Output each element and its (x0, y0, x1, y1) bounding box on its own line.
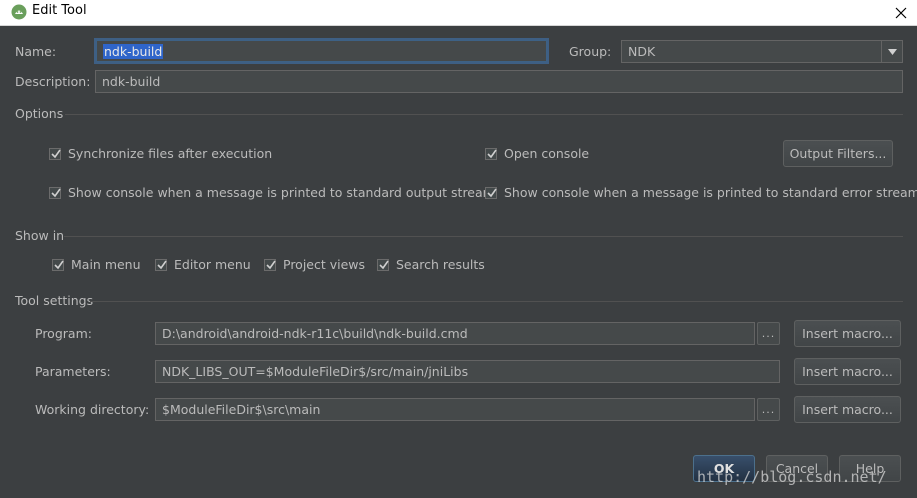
main-menu-label: Main menu (71, 257, 141, 272)
working-directory-browse-button[interactable]: ... (757, 398, 780, 421)
working-directory-value: $ModuleFileDir$\src\main (162, 402, 321, 417)
group-combobox[interactable]: NDK (621, 40, 903, 63)
name-value: ndk-build (103, 43, 164, 59)
checkmark-icon (485, 186, 497, 199)
program-browse-button[interactable]: ... (757, 322, 780, 345)
name-label: Name: (15, 44, 57, 59)
checkmark-icon (49, 147, 61, 160)
sync-files-label: Synchronize files after execution (68, 146, 273, 161)
group-label: Group: (569, 44, 612, 59)
search-results-label: Search results (396, 257, 485, 272)
open-console-label: Open console (504, 146, 590, 161)
checkmark-icon (485, 147, 497, 160)
program-insert-macro-button[interactable]: Insert macro... (794, 320, 901, 347)
checkmark-icon (377, 258, 389, 271)
name-input[interactable]: ndk-build (96, 40, 547, 62)
sync-files-checkbox[interactable]: Synchronize files after execution (49, 146, 272, 161)
working-directory-label: Working directory: (35, 402, 150, 417)
title-bar (0, 0, 917, 26)
parameters-input[interactable]: NDK_LIBS_OUT=$ModuleFileDir$/src/main/jn… (155, 360, 780, 383)
working-directory-input[interactable]: $ModuleFileDir$\src\main (155, 398, 755, 421)
checkmark-icon (155, 258, 167, 271)
show-console-stderr-label: Show console when a message is printed t… (504, 185, 917, 200)
editor-menu-checkbox[interactable]: Editor menu (155, 257, 251, 272)
program-label: Program: (35, 326, 92, 341)
options-title: Options (15, 106, 64, 121)
chevron-down-icon[interactable] (881, 41, 902, 62)
description-input[interactable]: ndk-build (95, 70, 903, 93)
program-value: D:\android\android-ndk-r11c\build\ndk-bu… (162, 326, 468, 341)
output-filters-button[interactable]: Output Filters... (783, 140, 893, 167)
project-views-checkbox[interactable]: Project views (264, 257, 365, 272)
editor-menu-label: Editor menu (174, 257, 251, 272)
main-menu-checkbox[interactable]: Main menu (52, 257, 141, 272)
show-console-stdout-label: Show console when a message is printed t… (68, 185, 495, 200)
checkmark-icon (264, 258, 276, 271)
tool-settings-separator (90, 301, 903, 302)
window-title: Edit Tool (32, 3, 87, 18)
group-value: NDK (628, 44, 656, 59)
checkmark-icon (49, 186, 61, 199)
parameters-label: Parameters: (35, 364, 111, 379)
description-label: Description: (15, 74, 91, 89)
options-separator (65, 114, 903, 115)
working-directory-insert-macro-button[interactable]: Insert macro... (794, 396, 901, 423)
project-views-label: Project views (283, 257, 366, 272)
show-in-separator (64, 236, 903, 237)
parameters-value: NDK_LIBS_OUT=$ModuleFileDir$/src/main/jn… (162, 364, 469, 379)
show-console-stdout-checkbox[interactable]: Show console when a message is printed t… (49, 185, 495, 200)
close-button[interactable] (884, 0, 917, 25)
description-value: ndk-build (102, 74, 161, 89)
program-input[interactable]: D:\android\android-ndk-r11c\build\ndk-bu… (155, 322, 755, 345)
tool-settings-title: Tool settings (15, 293, 94, 308)
show-console-stderr-checkbox[interactable]: Show console when a message is printed t… (485, 185, 917, 200)
show-in-title: Show in (15, 228, 65, 243)
checkmark-icon (52, 258, 64, 271)
watermark-text: http://blog.csdn.net/ (697, 468, 887, 486)
search-results-checkbox[interactable]: Search results (377, 257, 485, 272)
android-icon (11, 4, 27, 20)
parameters-insert-macro-button[interactable]: Insert macro... (794, 358, 901, 385)
close-icon (895, 7, 906, 18)
open-console-checkbox[interactable]: Open console (485, 146, 589, 161)
